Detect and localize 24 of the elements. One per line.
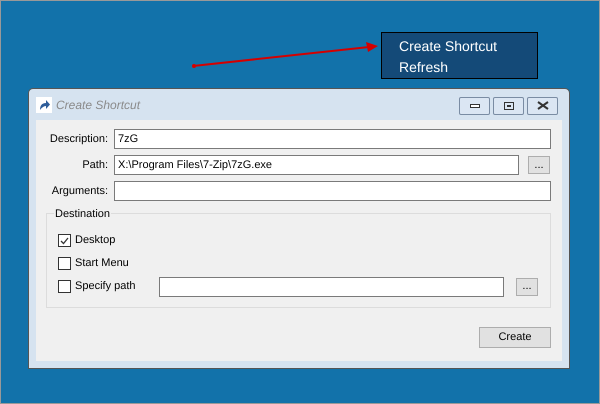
browse-button[interactable]: ... (516, 278, 538, 296)
text-field[interactable]: X:\Program Files\7-Zip\7zG.exe (114, 155, 519, 175)
minimize-button[interactable] (459, 96, 490, 114)
create-button[interactable]: Create (479, 327, 551, 348)
checkbox-label: Desktop (75, 233, 116, 248)
maximize-button[interactable] (493, 96, 524, 114)
menu-item[interactable]: Create Shortcut (399, 36, 537, 57)
checkbox[interactable] (58, 280, 71, 293)
browse-button[interactable]: ... (528, 156, 550, 174)
checkbox[interactable] (58, 234, 71, 247)
field-label: Path: (81, 158, 109, 173)
checkbox-label: Specify path (75, 279, 137, 294)
checkmark-icon (60, 236, 69, 244)
window-title: Create Shortcut (56, 96, 140, 114)
field-label: Arguments: (50, 184, 109, 199)
checkbox-label: Start Menu (75, 256, 130, 272)
close-icon (536, 101, 548, 110)
field-label: Description: (48, 132, 109, 147)
close-button[interactable] (527, 96, 558, 114)
checkbox[interactable] (58, 257, 71, 270)
text-field[interactable]: 7zG (114, 129, 551, 149)
path-field[interactable] (159, 276, 504, 296)
text-field[interactable] (114, 181, 551, 201)
menu-item[interactable]: Refresh (399, 57, 537, 78)
